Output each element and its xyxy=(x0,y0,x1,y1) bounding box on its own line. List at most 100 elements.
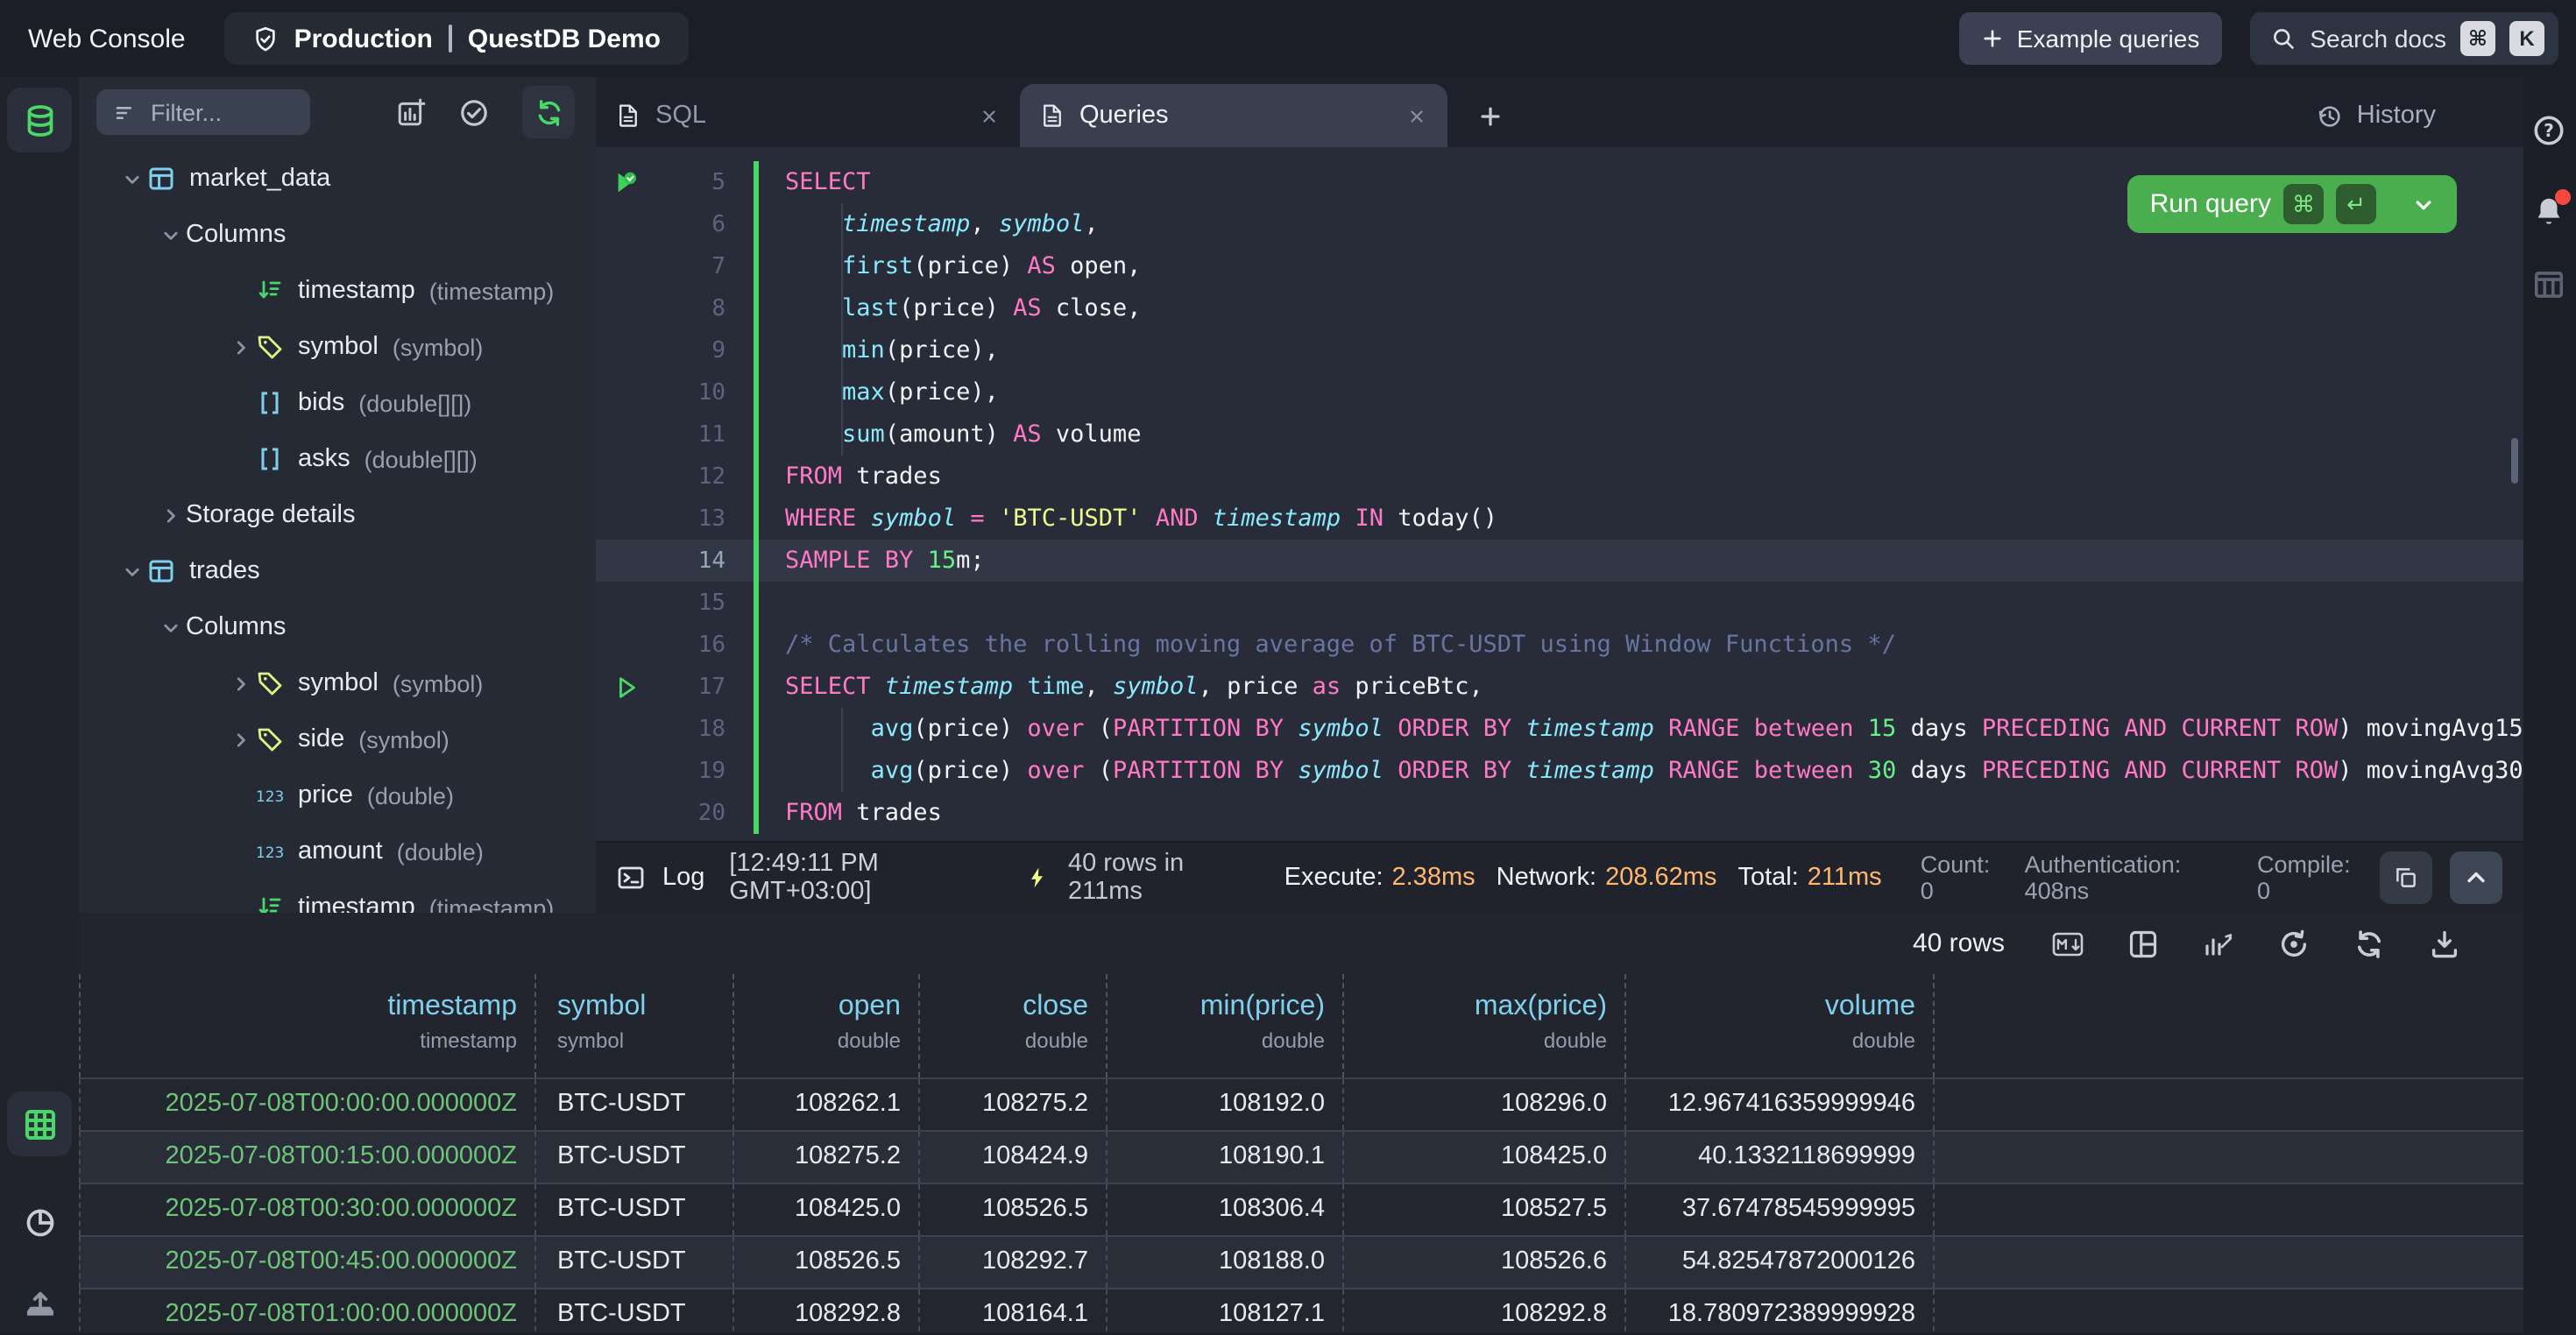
markdown-button[interactable] xyxy=(2052,928,2084,959)
chart-view-button[interactable] xyxy=(7,1190,72,1254)
help-button[interactable]: ? xyxy=(2532,112,2567,147)
tree-item-side[interactable]: side(symbol) xyxy=(79,711,596,767)
tree-item-columns[interactable]: Columns xyxy=(79,599,596,655)
code-line-12[interactable]: 12FROM trades xyxy=(596,456,2523,498)
column-header-max-price-[interactable]: max(price)double xyxy=(1344,974,1626,1077)
close-tab-icon[interactable] xyxy=(980,106,999,125)
tree-item-price[interactable]: 123price(double) xyxy=(79,767,596,823)
code-text: max(price), xyxy=(759,371,999,413)
table-row[interactable]: 2025-07-08T00:30:00.000000ZBTC-USDT10842… xyxy=(79,1183,2523,1235)
example-queries-button[interactable]: Example queries xyxy=(1959,12,2223,65)
check-circle-button[interactable] xyxy=(459,97,489,127)
query-success-icon[interactable] xyxy=(596,169,655,195)
code-text: SELECT xyxy=(759,161,871,203)
code-line-19[interactable]: 19 avg(price) over (PARTITION BY symbol … xyxy=(596,750,2523,792)
run-statement-icon[interactable] xyxy=(596,674,655,700)
line-number: 13 xyxy=(655,505,754,532)
column-header-min-price-[interactable]: min(price)double xyxy=(1108,974,1344,1077)
line-number: 12 xyxy=(655,463,754,490)
restore-button[interactable] xyxy=(2278,928,2310,959)
refresh-button[interactable] xyxy=(2353,928,2385,959)
tree-item-label: timestamp xyxy=(298,894,415,913)
code-line-20[interactable]: 20FROM trades xyxy=(596,792,2523,834)
code-line-18[interactable]: 18 avg(price) over (PARTITION BY symbol … xyxy=(596,708,2523,750)
code-line-15[interactable]: 15 xyxy=(596,582,2523,624)
tree-item-storage-details[interactable]: Storage details xyxy=(79,487,596,543)
search-docs-button[interactable]: Search docs ⌘ K xyxy=(2250,12,2558,65)
questdb-web-console: Web Console Production QuestDB Demo Exam… xyxy=(0,0,2576,1333)
tree-item-asks[interactable]: asks(double[][]) xyxy=(79,431,596,487)
tables-panel-button[interactable] xyxy=(7,88,72,152)
code-line-14[interactable]: 14SAMPLE BY 15m; xyxy=(596,540,2523,582)
file-icon xyxy=(617,103,640,128)
code-editor[interactable]: 5SELECT6 timestamp, symbol,7 first(price… xyxy=(596,147,2523,841)
code-line-7[interactable]: 7 first(price) AS open, xyxy=(596,245,2523,287)
tree-item-columns[interactable]: Columns xyxy=(79,207,596,263)
history-button[interactable]: History xyxy=(2306,100,2446,131)
table-row[interactable]: 2025-07-08T00:00:00.000000ZBTC-USDT10826… xyxy=(79,1077,2523,1130)
column-header-timestamp[interactable]: timestamptimestamp xyxy=(79,974,536,1077)
column-header-open[interactable]: opendouble xyxy=(734,974,920,1077)
number-icon: 123 xyxy=(256,781,298,809)
array-icon xyxy=(256,389,298,417)
column-header-volume[interactable]: volumedouble xyxy=(1626,974,1935,1077)
editor-scrollbar[interactable] xyxy=(2511,438,2518,484)
log-timestamp: [12:49:11 PM GMT+03:00] xyxy=(729,850,1008,906)
download-button[interactable] xyxy=(2429,928,2460,959)
code-line-16[interactable]: 16/* Calculates the rolling moving avera… xyxy=(596,624,2523,666)
tree-item-type: (symbol) xyxy=(358,726,449,752)
tables-panel-toggle-button[interactable] xyxy=(2532,266,2567,301)
code-line-8[interactable]: 8 last(price) AS close, xyxy=(596,287,2523,329)
table-row[interactable]: 2025-07-08T00:45:00.000000ZBTC-USDT10852… xyxy=(79,1235,2523,1288)
tree-item-label: price xyxy=(298,781,353,809)
tree-item-bids[interactable]: bids(double[][]) xyxy=(79,375,596,431)
code-line-10[interactable]: 10 max(price), xyxy=(596,371,2523,413)
new-tab-button[interactable] xyxy=(1468,103,1512,130)
tag-icon xyxy=(256,669,298,697)
tag-icon xyxy=(256,333,298,361)
add-chart-button[interactable] xyxy=(396,97,426,127)
tab-queries[interactable]: Queries xyxy=(1020,84,1447,147)
code-line-17[interactable]: 17SELECT timestamp time, symbol, price a… xyxy=(596,666,2523,708)
restore-icon xyxy=(2278,928,2310,959)
chart-button[interactable] xyxy=(2203,928,2234,959)
tree-item-trades[interactable]: trades xyxy=(79,543,596,599)
code-line-11[interactable]: 11 sum(amount) AS volume xyxy=(596,413,2523,456)
table-icon xyxy=(147,165,189,193)
cell-volume: 18.780972389999928 xyxy=(1626,1289,1935,1333)
cell-close: 108164.1 xyxy=(920,1289,1108,1333)
history-icon xyxy=(2317,102,2343,129)
tree-item-symbol[interactable]: symbol(symbol) xyxy=(79,655,596,711)
tree-item-label: Columns xyxy=(186,613,286,641)
tree-item-amount[interactable]: 123amount(double) xyxy=(79,823,596,879)
tree-item-symbol[interactable]: symbol(symbol) xyxy=(79,319,596,375)
refresh-icon xyxy=(2353,928,2385,959)
close-tab-icon[interactable] xyxy=(1407,106,1426,125)
notifications-button[interactable] xyxy=(2532,193,2567,228)
tree-item-type: (double) xyxy=(397,838,484,865)
indent-guide xyxy=(841,750,843,792)
filter-input[interactable]: Filter... xyxy=(96,89,310,135)
code-line-13[interactable]: 13WHERE symbol = 'BTC-USDT' AND timestam… xyxy=(596,498,2523,540)
layout-button[interactable] xyxy=(2127,928,2159,959)
column-header-symbol[interactable]: symbolsymbol xyxy=(536,974,734,1077)
line-number: 17 xyxy=(655,674,754,700)
copy-log-button[interactable] xyxy=(2380,851,2432,904)
column-header-close[interactable]: closedouble xyxy=(920,974,1108,1077)
table-row[interactable]: 2025-07-08T00:15:00.000000ZBTC-USDT10827… xyxy=(79,1130,2523,1183)
run-query-button[interactable]: Run query ⌘ ↵ xyxy=(2127,175,2457,233)
tree-item-label: symbol xyxy=(298,333,379,361)
code-line-9[interactable]: 9 min(price), xyxy=(596,329,2523,371)
terminal-icon xyxy=(617,864,645,892)
collapse-log-button[interactable] xyxy=(2450,851,2502,904)
refresh-button[interactable] xyxy=(522,86,575,138)
tree-item-market-data[interactable]: market_data xyxy=(79,151,596,207)
instance-selector[interactable]: Production QuestDB Demo xyxy=(224,12,689,65)
tree-item-timestamp[interactable]: timestamp(timestamp) xyxy=(79,263,596,319)
import-button[interactable] xyxy=(7,1270,72,1335)
row-count: 40 rows xyxy=(1913,929,2005,958)
tree-item-timestamp[interactable]: timestamp(timestamp) xyxy=(79,879,596,913)
table-row[interactable]: 2025-07-08T01:00:00.000000ZBTC-USDT10829… xyxy=(79,1288,2523,1333)
grid-view-button[interactable] xyxy=(7,1091,72,1156)
tab-sql[interactable]: SQL xyxy=(596,84,1020,147)
